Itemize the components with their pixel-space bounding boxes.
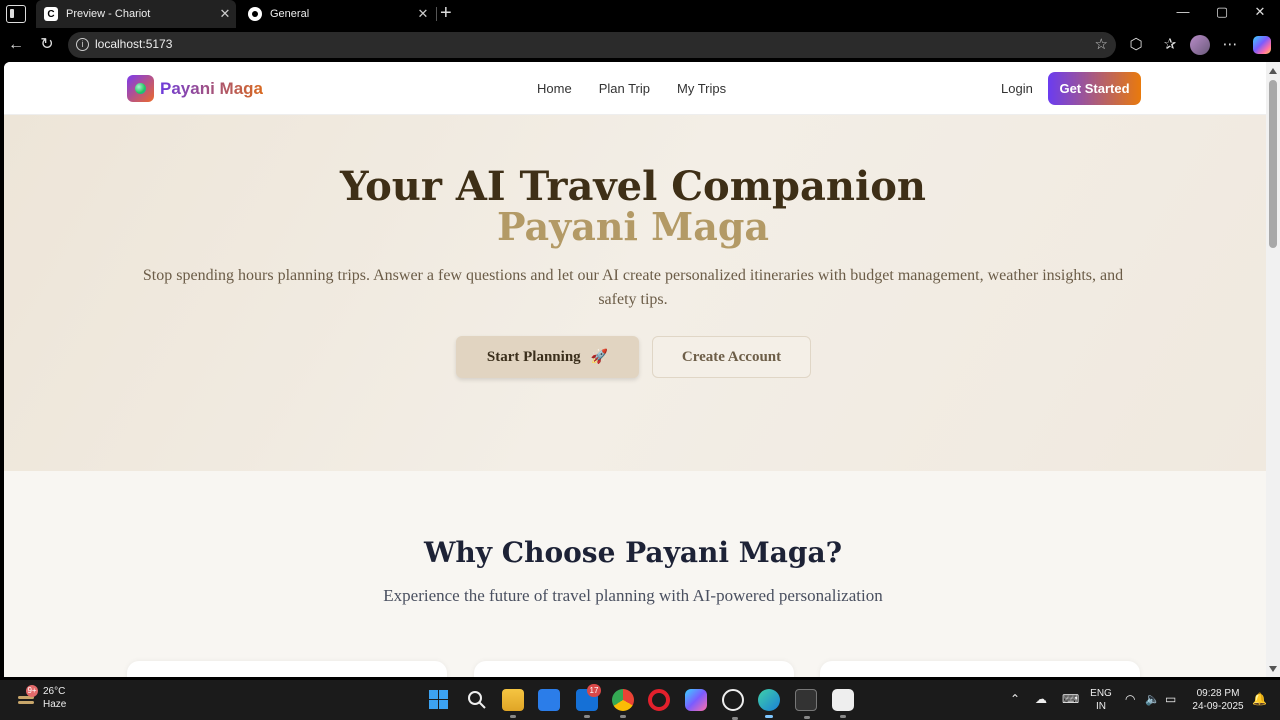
close-tab-icon[interactable]: ✕	[412, 6, 434, 22]
volume-icon[interactable]: 🔈	[1145, 692, 1160, 706]
opera-icon[interactable]	[648, 689, 670, 711]
copilot-icon[interactable]	[1253, 36, 1271, 54]
chrome-icon[interactable]	[612, 689, 634, 718]
start-planning-button[interactable]: Start Planning 🚀	[456, 336, 639, 378]
windows-start-icon[interactable]	[428, 689, 450, 711]
tab-actions-icon[interactable]	[6, 5, 26, 23]
feature-card	[127, 661, 447, 677]
address-bar[interactable]: i localhost:5173 ☆	[68, 32, 1116, 58]
store-icon[interactable]	[538, 689, 560, 711]
language-secondary: IN	[1096, 701, 1106, 712]
chariot-icon: C	[44, 7, 58, 21]
mail-icon[interactable]: 17	[576, 684, 601, 718]
terminal-icon[interactable]	[795, 689, 817, 719]
feature-card	[474, 661, 794, 677]
features-subheading: Experience the future of travel planning…	[383, 586, 883, 605]
notepad-icon[interactable]	[832, 689, 854, 718]
hero-title: Your AI Travel Companion	[340, 163, 926, 210]
mail-badge: 17	[587, 684, 601, 697]
favorites-icon[interactable]: ✰	[1160, 36, 1180, 56]
favorite-star-icon[interactable]: ☆	[1095, 35, 1108, 53]
chatgpt-icon[interactable]	[722, 689, 744, 720]
nav-home-link[interactable]: Home	[537, 81, 572, 96]
scroll-up-icon[interactable]	[1269, 68, 1277, 74]
site-logo[interactable]: Payani Maga	[127, 75, 263, 102]
clock[interactable]: 09:28 PM 24-09-2025	[1188, 687, 1248, 713]
scrollbar-thumb[interactable]	[1269, 80, 1277, 248]
new-tab-icon[interactable]: +	[440, 3, 452, 23]
tab-title: Preview - Chariot	[66, 8, 151, 20]
page-scrollbar[interactable]	[1266, 62, 1280, 677]
site-header: Payani Maga Home Plan Trip My Trips Logi…	[4, 62, 1266, 115]
show-hidden-icons[interactable]: ⌃	[1010, 692, 1020, 706]
feature-card	[820, 661, 1140, 677]
weather-temp: 26°C	[43, 686, 66, 697]
language-primary: ENG	[1090, 688, 1112, 699]
onedrive-icon[interactable]: ☁	[1035, 692, 1047, 706]
refresh-icon[interactable]: ↻	[36, 34, 58, 56]
back-icon[interactable]: ←	[5, 34, 27, 56]
edge-icon[interactable]	[758, 689, 780, 718]
tab-preview-chariot[interactable]: C Preview - Chariot ✕	[36, 0, 236, 28]
nav-my-trips-link[interactable]: My Trips	[677, 81, 726, 96]
clock-time: 09:28 PM	[1196, 688, 1240, 699]
clock-date: 24-09-2025	[1192, 701, 1244, 712]
rocket-icon: 🚀	[590, 349, 609, 365]
profile-avatar[interactable]	[1190, 35, 1210, 55]
tab-divider	[436, 7, 437, 21]
notifications-icon[interactable]: 🔔	[1252, 692, 1267, 706]
create-account-button[interactable]: Create Account	[652, 336, 811, 378]
start-planning-label: Start Planning	[486, 348, 581, 365]
weather-widget[interactable]: 9+ 26°C Haze	[16, 685, 66, 711]
copilot-app-icon[interactable]	[685, 689, 707, 711]
browser-tab-bar: C Preview - Chariot ✕ General ✕ + — ▢ ✕	[0, 0, 1280, 28]
weather-desc: Haze	[43, 699, 67, 710]
logo-text: Payani Maga	[160, 78, 263, 98]
login-link[interactable]: Login	[1001, 81, 1033, 96]
file-explorer-icon[interactable]	[502, 689, 524, 718]
hero-subtitle: Payani Maga	[496, 204, 770, 249]
features-section: Why Choose Payani Maga? Experience the f…	[4, 471, 1266, 677]
page-viewport: Payani Maga Home Plan Trip My Trips Logi…	[4, 62, 1266, 677]
logo-icon	[127, 75, 154, 102]
minimize-icon[interactable]: —	[1172, 4, 1194, 19]
wifi-icon[interactable]: ◠	[1125, 692, 1135, 706]
close-tab-icon[interactable]: ✕	[214, 6, 236, 22]
hero-section: Your AI Travel Companion Payani Maga Sto…	[4, 115, 1266, 471]
windows-taskbar: 9+ 26°C Haze 17 ⌃ ☁ ⌨ ENG IN ◠ 🔈 ▭ 09:28…	[0, 680, 1280, 720]
extensions-icon[interactable]: ⬡	[1126, 36, 1146, 56]
tab-general[interactable]: General ✕	[240, 0, 434, 28]
maximize-icon[interactable]: ▢	[1211, 4, 1233, 20]
language-indicator[interactable]: ENG IN	[1088, 687, 1114, 713]
url-text[interactable]: localhost:5173	[95, 37, 172, 51]
weather-badge: 9+	[26, 685, 38, 697]
site-info-icon[interactable]: i	[76, 38, 89, 51]
browser-toolbar: ← ↻ i localhost:5173 ☆ ⬡ ✰ ⋯	[0, 28, 1280, 62]
nav-plan-trip-link[interactable]: Plan Trip	[599, 81, 650, 96]
hero-description: Stop spending hours planning trips. Answ…	[142, 267, 1124, 308]
get-started-button[interactable]: Get Started	[1048, 72, 1141, 105]
github-icon	[248, 7, 262, 21]
more-options-icon[interactable]: ⋯	[1220, 36, 1240, 56]
main-nav: Home Plan Trip My Trips	[537, 81, 726, 96]
features-heading: Why Choose Payani Maga?	[423, 536, 842, 569]
scroll-down-icon[interactable]	[1269, 666, 1277, 672]
search-icon[interactable]	[466, 689, 488, 711]
keyboard-icon[interactable]: ⌨	[1062, 692, 1079, 706]
close-window-icon[interactable]: ✕	[1249, 4, 1271, 20]
battery-icon[interactable]: ▭	[1165, 692, 1176, 706]
tab-title: General	[270, 8, 310, 20]
haze-icon: 9+	[16, 685, 38, 708]
